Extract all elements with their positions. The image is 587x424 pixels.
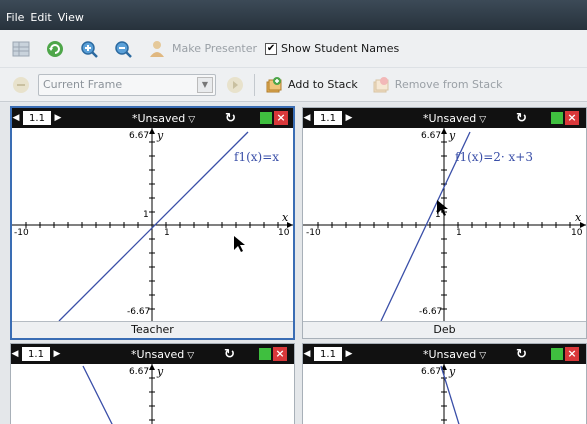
tab-left-arrow-icon[interactable]: ◀ [303, 113, 311, 123]
battery-icon [260, 112, 272, 124]
next-frame-icon[interactable] [224, 74, 246, 96]
x-max-label: 10 [278, 228, 290, 238]
graph-svg [82, 364, 155, 424]
y-min-label: -6.67 [419, 307, 443, 317]
student-tile-3[interactable]: ◀ 1.1 ▶ *Unsaved ▽ ↻ × 6.67 y [10, 343, 295, 424]
document-title: *Unsaved ▽ [423, 347, 487, 361]
student-name-label: Teacher [12, 321, 293, 338]
show-student-names-label[interactable]: Show Student Names [281, 42, 399, 55]
add-to-stack-button[interactable]: Add to Stack [288, 78, 358, 91]
tab-right-arrow-icon[interactable]: ▶ [54, 113, 62, 123]
document-title: *Unsaved ▽ [131, 347, 195, 361]
teacher-software-window: File Edit View Make Presenter ✔ Show Stu… [0, 0, 587, 424]
grid-icon[interactable] [10, 38, 32, 60]
battery-icon [551, 112, 563, 124]
presenter-icon [146, 38, 168, 60]
undo-icon[interactable]: ↻ [224, 347, 235, 362]
y-max-label: 6.67 [129, 367, 150, 377]
function-label: f1(x)=x [234, 150, 280, 164]
make-presenter-button[interactable]: Make Presenter [172, 42, 257, 55]
add-stack-icon[interactable] [263, 74, 285, 96]
refresh-icon[interactable] [44, 38, 66, 60]
tab-right-arrow-icon[interactable]: ▶ [345, 113, 353, 123]
tab-left-arrow-icon[interactable]: ◀ [12, 113, 20, 123]
page-tab[interactable]: 1.1 [23, 111, 51, 125]
y-axis-label: y [449, 365, 456, 378]
chevron-down-icon[interactable]: ▼ [197, 76, 213, 93]
student-tiles-area: ◀ 1.1 ▶ *Unsaved ▽ ↻ × 6.67 y -10 10 x 1… [0, 103, 587, 424]
toolbar-separator [254, 73, 255, 96]
undo-icon[interactable]: ↻ [516, 347, 527, 362]
y-axis-arrow [149, 128, 155, 134]
menu-edit[interactable]: Edit [30, 11, 51, 24]
graph-line-f1 [58, 131, 249, 321]
tab-right-arrow-icon[interactable]: ▶ [345, 349, 353, 359]
graph-svg [303, 128, 586, 321]
toolbar-frame: Current Frame ▼ Add to Stack Remove from… [0, 68, 587, 102]
graph-line-f1 [82, 365, 113, 424]
tab-right-arrow-icon[interactable]: ▶ [53, 349, 61, 359]
document-title: *Unsaved ▽ [423, 111, 487, 125]
page-tab[interactable]: 1.1 [314, 111, 342, 125]
tab-left-arrow-icon[interactable]: ◀ [11, 349, 19, 359]
y-axis-label: y [157, 365, 164, 378]
function-label: f1(x)=2· x+3 [455, 150, 533, 164]
student-tile-4[interactable]: ◀ 1.1 ▶ *Unsaved ▽ ↻ × 6.67 y [302, 343, 587, 424]
close-icon[interactable]: × [565, 347, 579, 361]
y-axis-label: y [157, 129, 164, 142]
y-max-label: 6.67 [421, 131, 442, 141]
y-axis-arrow [441, 128, 447, 134]
remove-from-stack-button[interactable]: Remove from Stack [395, 78, 503, 91]
x-min-label: -10 [306, 228, 321, 238]
y-axis-arrow [149, 364, 155, 370]
y-max-label: 6.67 [129, 131, 150, 141]
student-tile-deb[interactable]: ◀ 1.1 ▶ *Unsaved ▽ ↻ × 6.67 y -10 10 x 1… [302, 107, 587, 339]
tile-header: ◀ 1.1 ▶ *Unsaved ▽ ↻ × [303, 108, 586, 128]
undo-icon[interactable]: ↻ [225, 111, 236, 126]
mouse-cursor-icon [234, 236, 245, 252]
page-tab[interactable]: 1.1 [22, 347, 50, 361]
zoom-in-icon[interactable] [78, 38, 100, 60]
graph-area: 6.67 y [11, 364, 294, 424]
tile-header: ◀ 1.1 ▶ *Unsaved ▽ ↻ × [303, 344, 586, 364]
x-max-label: 10 [571, 228, 583, 238]
close-icon[interactable]: × [565, 111, 579, 125]
student-name-label: Deb [303, 321, 586, 338]
tab-left-arrow-icon[interactable]: ◀ [303, 349, 311, 359]
x-axis-label: x [575, 211, 582, 224]
graph-area: 6.67 y [303, 364, 586, 424]
document-title: *Unsaved ▽ [132, 111, 196, 125]
toolbar-primary: Make Presenter ✔ Show Student Names [0, 30, 587, 68]
tile-header: ◀ 1.1 ▶ *Unsaved ▽ ↻ × [12, 108, 293, 128]
zoom-out-icon[interactable] [112, 38, 134, 60]
x-tick-label: 1 [456, 228, 462, 238]
battery-icon [551, 348, 563, 360]
menu-view[interactable]: View [58, 11, 84, 24]
frame-select-value: Current Frame [43, 78, 123, 91]
y-max-label: 6.67 [421, 367, 442, 377]
y-axis-label: y [449, 129, 456, 142]
x-min-label: -10 [14, 228, 29, 238]
frame-icon [10, 74, 32, 96]
undo-icon[interactable]: ↻ [516, 111, 527, 126]
remove-stack-icon [370, 74, 392, 96]
y-tick-label: 1 [435, 210, 441, 220]
graph-svg [440, 364, 460, 424]
graph-area: 6.67 y -10 10 x 1 1 -6.67 f1(x)=2· x+3 [303, 128, 586, 321]
battery-icon [259, 348, 271, 360]
close-icon[interactable]: × [273, 347, 287, 361]
y-min-label: -6.67 [127, 307, 151, 317]
menu-bar: File Edit View [0, 0, 587, 30]
student-tile-teacher[interactable]: ◀ 1.1 ▶ *Unsaved ▽ ↻ × 6.67 y -10 10 x 1… [10, 106, 295, 340]
close-icon[interactable]: × [274, 111, 288, 125]
page-tab[interactable]: 1.1 [314, 347, 342, 361]
show-student-names-checkbox[interactable]: ✔ [265, 42, 278, 55]
graph-area: 6.67 y -10 10 x 1 1 -6.67 f1(x)=x [12, 128, 293, 321]
tile-header: ◀ 1.1 ▶ *Unsaved ▽ ↻ × [11, 344, 294, 364]
y-tick-label: 1 [143, 210, 149, 220]
frame-select[interactable]: Current Frame ▼ [38, 73, 216, 96]
menu-file[interactable]: File [6, 11, 24, 24]
x-axis-label: x [282, 211, 289, 224]
x-tick-label: 1 [164, 228, 170, 238]
